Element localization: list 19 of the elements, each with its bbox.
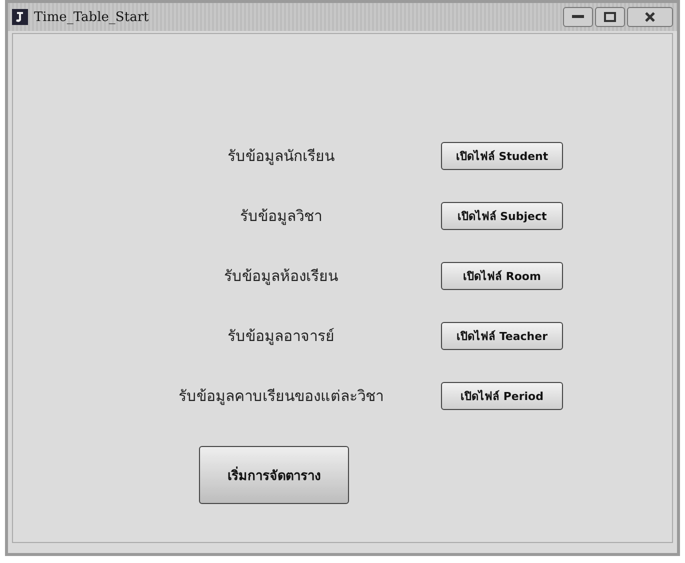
minimize-button[interactable] — [563, 7, 593, 27]
field-label: รับข้อมูลวิชา — [240, 206, 322, 227]
app-icon — [12, 9, 28, 25]
open-file-button[interactable]: เปิดไฟล์ Subject — [441, 202, 563, 230]
open-file-button[interactable]: เปิดไฟล์ Period — [441, 382, 563, 410]
field-label: รับข้อมูลคาบเรียนของแต่ละวิชา — [178, 386, 384, 407]
field-label: รับข้อมูลอาจารย์ — [228, 326, 334, 347]
maximize-button[interactable] — [595, 7, 625, 27]
minimize-icon — [572, 15, 584, 19]
field-label: รับข้อมูลนักเรียน — [228, 146, 334, 167]
close-icon — [644, 11, 656, 23]
open-file-button[interactable]: เปิดไฟล์ Teacher — [441, 322, 563, 350]
window-title: Time_Table_Start — [34, 10, 150, 24]
open-file-button[interactable]: เปิดไฟล์ Student — [441, 142, 563, 170]
field-label: รับข้อมูลห้องเรียน — [224, 266, 338, 287]
open-file-button[interactable]: เปิดไฟล์ Room — [441, 262, 563, 290]
close-button[interactable] — [627, 7, 673, 27]
maximize-icon — [604, 12, 616, 22]
start-button[interactable]: เริ่มการจัดตาราง — [199, 446, 349, 504]
